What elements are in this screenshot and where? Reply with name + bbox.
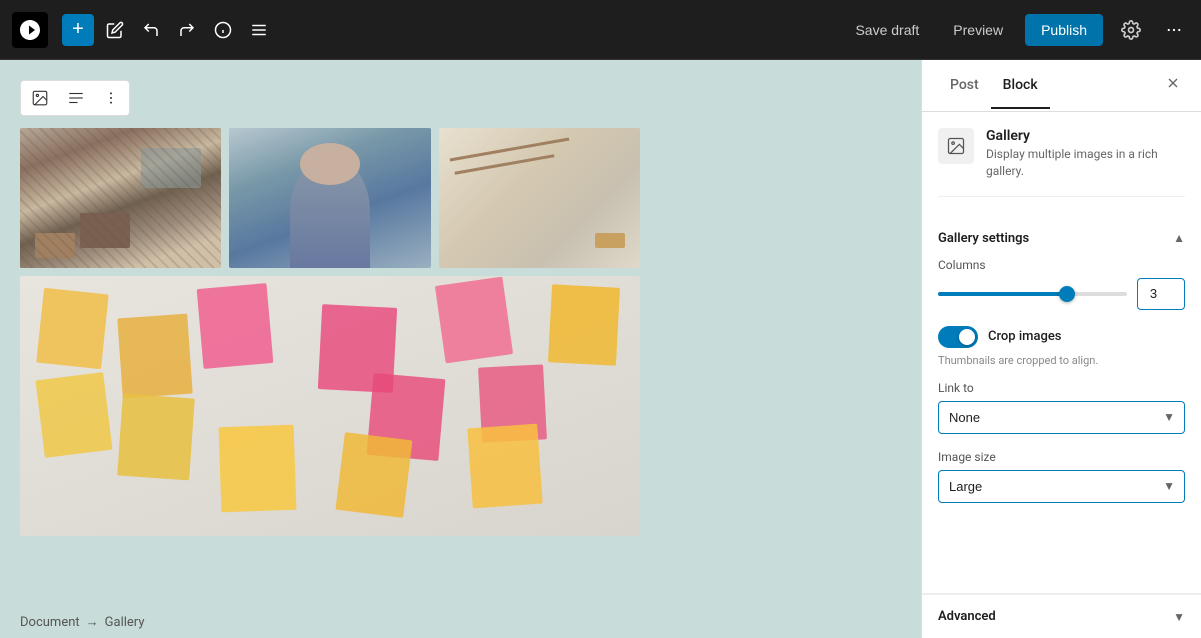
list-icon: [250, 21, 268, 39]
gallery-grid: [20, 128, 640, 268]
columns-slider-track[interactable]: [938, 292, 1127, 296]
main-toolbar: +: [0, 0, 1201, 60]
block-details: Gallery Display multiple images in a ric…: [986, 128, 1185, 180]
block-info: Gallery Display multiple images in a ric…: [938, 128, 1185, 197]
gallery-block-icon: [946, 136, 966, 156]
crop-images-hint: Thumbnails are cropped to align.: [938, 354, 1185, 367]
chevron-up-icon: ▲: [1173, 231, 1185, 245]
breadcrumb-current[interactable]: Gallery: [105, 615, 145, 630]
gallery-icon: [31, 89, 49, 107]
columns-slider-fill: [938, 292, 1067, 296]
editor-canvas[interactable]: Document → Gallery: [0, 60, 921, 638]
edit-tool-button[interactable]: [100, 15, 130, 45]
columns-slider-thumb[interactable]: [1059, 286, 1075, 302]
preview-button[interactable]: Preview: [941, 14, 1015, 46]
gear-icon: [1121, 20, 1141, 40]
save-draft-button[interactable]: Save draft: [843, 14, 931, 46]
gallery-settings-section: Gallery settings ▲ Columns: [938, 217, 1185, 503]
right-panel: Post Block: [921, 60, 1201, 638]
advanced-title: Advanced: [938, 609, 996, 624]
image-size-field: Image size Thumbnail Medium Large Full S…: [938, 450, 1185, 503]
link-to-select[interactable]: None Media File Attachment Page: [938, 401, 1185, 434]
add-block-button[interactable]: +: [62, 14, 94, 46]
redo-button[interactable]: [172, 15, 202, 45]
image-size-select[interactable]: Thumbnail Medium Large Full Size: [938, 470, 1185, 503]
toggle-knob: [959, 329, 975, 345]
redo-icon: [178, 21, 196, 39]
main-area: Document → Gallery Post Block: [0, 60, 1201, 638]
columns-input[interactable]: [1137, 278, 1185, 310]
more-options-button[interactable]: [1159, 15, 1189, 45]
info-icon: [214, 21, 232, 39]
columns-label: Columns: [938, 258, 1185, 272]
crop-toggle-row: Crop images: [938, 326, 1185, 348]
gallery-image-3[interactable]: [439, 128, 640, 268]
tab-post[interactable]: Post: [938, 63, 991, 109]
advanced-header[interactable]: Advanced ▼: [938, 595, 1185, 638]
link-to-select-wrapper: None Media File Attachment Page ▼: [938, 401, 1185, 434]
gallery-settings-header[interactable]: Gallery settings ▲: [938, 217, 1185, 258]
gallery-settings-title: Gallery settings: [938, 231, 1029, 246]
advanced-section: Advanced ▼: [922, 593, 1201, 638]
panel-header: Post Block: [922, 60, 1201, 112]
panel-content: Gallery Display multiple images in a ric…: [922, 112, 1201, 593]
columns-slider-row: [938, 278, 1185, 310]
toolbar-right: Save draft Preview Publish: [843, 12, 1189, 48]
link-to-field: Link to None Media File Attachment Page …: [938, 381, 1185, 434]
crop-images-label: Crop images: [988, 329, 1062, 344]
pencil-icon: [106, 21, 124, 39]
panel-close-button[interactable]: [1161, 71, 1185, 100]
gallery-image-4[interactable]: [20, 276, 640, 536]
publish-button[interactable]: Publish: [1025, 14, 1103, 46]
plus-icon: +: [72, 18, 84, 41]
undo-icon: [142, 21, 160, 39]
breadcrumb: Document → Gallery: [20, 614, 144, 630]
vertical-dots-icon: [103, 90, 119, 106]
image-size-select-wrapper: Thumbnail Medium Large Full Size ▼: [938, 470, 1185, 503]
image-size-label: Image size: [938, 450, 1185, 464]
block-description: Display multiple images in a rich galler…: [986, 146, 1185, 180]
wp-logo[interactable]: [12, 12, 48, 48]
crop-images-toggle[interactable]: [938, 326, 978, 348]
breadcrumb-document[interactable]: Document: [20, 615, 80, 630]
info-button[interactable]: [208, 15, 238, 45]
block-toolbar: [20, 80, 130, 116]
settings-button[interactable]: [1113, 12, 1149, 48]
crop-images-field: Crop images Thumbnails are cropped to al…: [938, 326, 1185, 367]
align-icon: [67, 89, 85, 107]
undo-button[interactable]: [136, 15, 166, 45]
columns-field: Columns: [938, 258, 1185, 310]
advanced-chevron-icon: ▼: [1173, 610, 1185, 624]
tab-block[interactable]: Block: [991, 63, 1050, 109]
close-icon: [1165, 75, 1181, 91]
align-icon-btn[interactable]: [59, 83, 93, 113]
link-to-label: Link to: [938, 381, 1185, 395]
gallery-image-1[interactable]: [20, 128, 221, 268]
list-view-button[interactable]: [244, 15, 274, 45]
ellipsis-icon: [1165, 21, 1183, 39]
block-name: Gallery: [986, 128, 1185, 144]
toolbar-left: +: [12, 12, 843, 48]
block-icon: [938, 128, 974, 164]
gallery-image-2[interactable]: [229, 128, 430, 268]
gallery-icon-btn[interactable]: [23, 83, 57, 113]
more-block-options-btn[interactable]: [95, 84, 127, 112]
breadcrumb-arrow: →: [86, 614, 99, 630]
